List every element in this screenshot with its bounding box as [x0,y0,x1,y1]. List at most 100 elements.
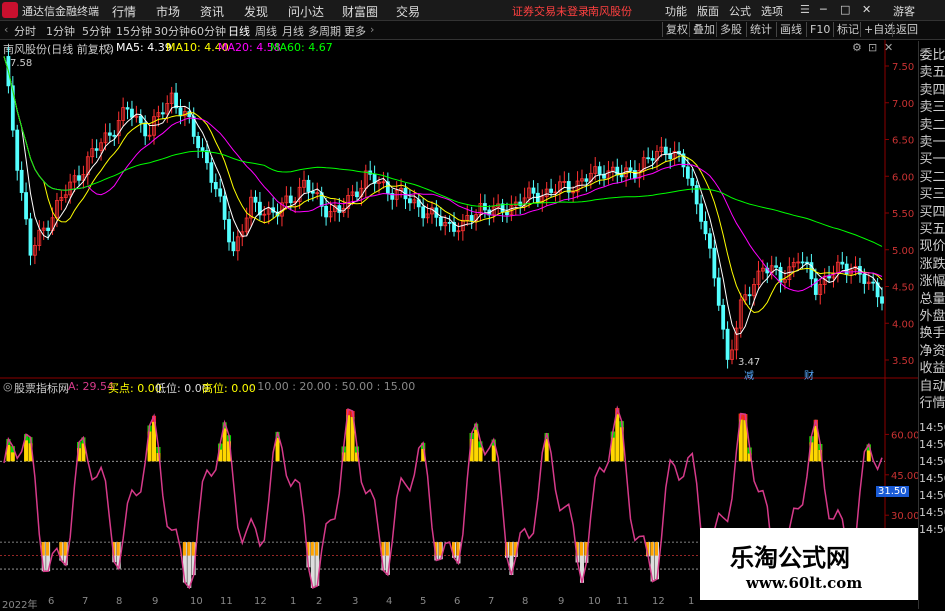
ma20-line [3,56,883,292]
candle-body [694,185,699,205]
indicator-settings-icon[interactable]: ◎ [3,380,13,393]
price-tick-label: 7.50 [892,62,914,73]
watermark-title: 乐淘公式网 [730,544,850,572]
candle-body [160,112,165,115]
price-tick-label: 5.50 [892,209,914,220]
mark-reduce[interactable]: 减 [744,367,754,382]
side-item[interactable]: 卖五 [919,64,945,81]
candle-body [438,216,443,227]
stock-chart[interactable]: 7.50 7.00 6.50 6.00 5.50 5.00 4.50 4.00 3.50 60.… [0,0,918,596]
indicator-buy-bar [187,542,191,556]
indicator-axis: 60.00 45.00 30.00 [885,430,918,522]
side-item[interactable]: 涨跌 [919,256,945,273]
side-item[interactable]: 卖一 [919,134,945,151]
candle-body [597,166,602,175]
side-item[interactable]: 行情 [919,395,945,412]
candle-body [174,92,178,109]
candle-body [107,132,112,136]
indicator-buy-bar [59,542,63,556]
indicator-buy-bar [191,542,195,556]
date-tick-label: 4 [386,596,393,607]
side-item[interactable]: 买三 [919,186,945,203]
side-item[interactable]: 委比 [919,47,945,64]
date-tick-label: 8 [116,596,123,607]
date-tick-label: 5 [420,596,427,607]
side-time: 14:50 [919,421,945,434]
indicator-buy-bar [116,542,120,556]
mark-finance[interactable]: 财 [804,367,814,382]
side-item[interactable]: 卖三 [919,99,945,116]
candle-body [408,198,412,204]
side-item[interactable]: 总量 [919,291,945,308]
candle-body [447,222,452,224]
candle-body [871,281,876,284]
candle-body [619,174,624,178]
date-tick-label: 6 [48,596,55,607]
side-item[interactable]: 卖二 [919,117,945,134]
date-tick-label: 12 [652,596,665,607]
date-tick-label: 7 [82,596,89,607]
indicator-buy-bar [182,542,186,556]
candle-body [633,170,637,179]
side-item[interactable]: 买一 [919,151,945,168]
candle-body [231,241,236,252]
side-item[interactable]: 买四 [919,204,945,221]
date-tick-label: 10 [588,596,601,607]
ma10-line [3,56,883,314]
candle-body [840,261,845,265]
candle-body [690,177,695,186]
indicator-current-value: 31.50 [876,486,909,497]
candle-body [469,215,474,221]
side-item[interactable]: 自动 [919,378,945,395]
candle-body [15,129,20,171]
candle-body [747,294,752,297]
price-tick-label: 6.00 [892,172,914,183]
indicator-tick-label: 60.00 [891,430,918,441]
date-tick-label: 11 [616,596,629,607]
candle-body [125,107,130,110]
candle-body [143,122,148,137]
indicator-high: 高位: 0.00 [202,382,256,395]
candle-body [646,157,651,160]
date-tick-label: 7 [488,596,495,607]
side-time: 14:50 [919,506,945,519]
side-item[interactable]: 换手 [919,325,945,342]
candle-body [615,166,620,176]
candle-body [178,107,183,117]
side-time: 14:50 [919,523,945,536]
side-item[interactable]: 卖四 [919,82,945,99]
candle-body [28,218,33,256]
ma5-line [3,56,883,335]
candle-body [130,108,134,118]
candle-body [721,304,726,330]
candle-body [774,265,779,268]
indicator-buy-bar [385,542,389,556]
candle-body [94,148,99,151]
candle-body [288,195,293,204]
date-tick-label: 11 [220,596,233,607]
side-item[interactable]: 涨幅 [919,273,945,290]
candle-body [800,261,805,264]
indicator-buy-bar [509,542,513,556]
side-item[interactable]: 买五 [919,221,945,238]
indicator-buy-bar [310,542,314,556]
side-time: 14:50 [919,489,945,502]
candle-body [227,219,231,243]
candlesticks [6,47,884,369]
side-item[interactable]: 现价 [919,238,945,255]
ma60-line [3,56,883,247]
date-tick-label: 3 [352,596,359,607]
side-item[interactable]: 收益 [919,360,945,377]
high-annotation: 7.58 [10,58,33,69]
candle-body [584,178,589,182]
indicator-buy-bar [438,542,442,556]
side-time: 14:50 [919,455,945,468]
side-item[interactable]: 买二 [919,169,945,186]
side-item[interactable]: 净资 [919,343,945,360]
side-time: 14:50 [919,472,945,485]
date-tick-label: 10 [190,596,203,607]
side-item[interactable]: 外盘 [919,308,945,325]
candle-body [218,188,223,197]
price-tick-label: 7.00 [892,99,914,110]
candle-body [699,203,704,222]
